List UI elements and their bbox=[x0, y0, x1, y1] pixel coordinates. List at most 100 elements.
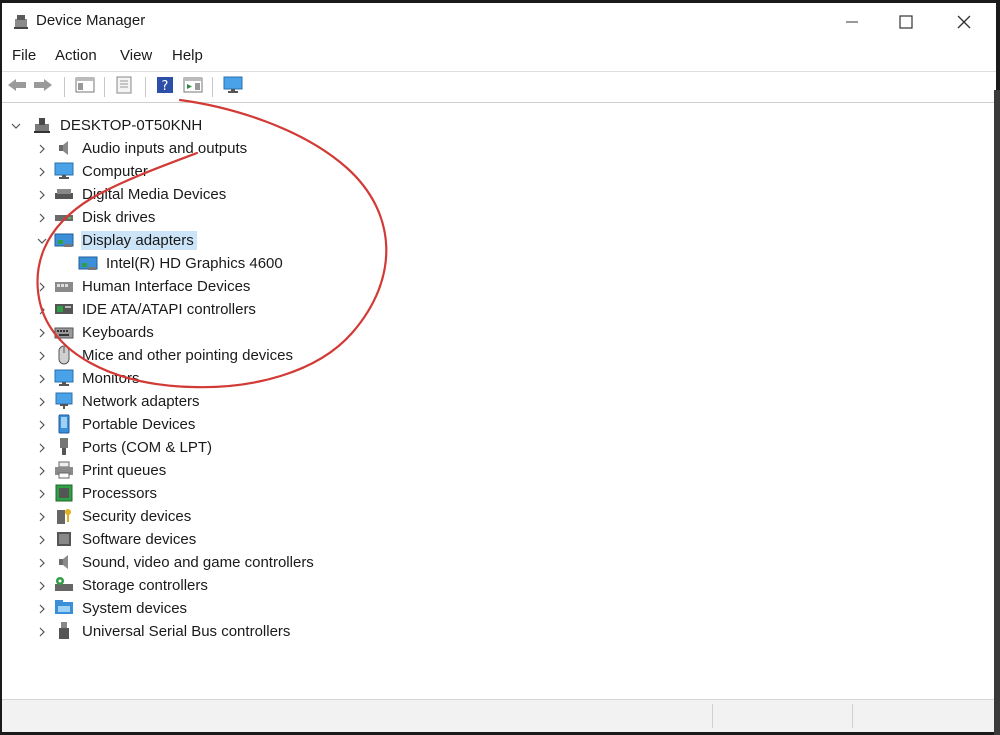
expand-chevron-icon[interactable] bbox=[36, 326, 48, 338]
tree-category[interactable]: Print queues bbox=[39, 459, 169, 481]
status-pane bbox=[712, 704, 713, 728]
expand-chevron-icon[interactable] bbox=[36, 441, 48, 453]
help-icon: ? bbox=[156, 76, 174, 99]
mouse-icon bbox=[54, 345, 74, 365]
show-action-pane-button[interactable] bbox=[182, 77, 204, 97]
keyboard-icon bbox=[54, 323, 74, 341]
expand-chevron-icon[interactable] bbox=[36, 418, 48, 430]
tree-category[interactable]: Sound, video and game controllers bbox=[39, 551, 317, 573]
menu-help[interactable]: Help bbox=[172, 47, 203, 64]
tree-category[interactable]: Audio inputs and outputs bbox=[39, 137, 250, 159]
printer-icon bbox=[54, 461, 74, 479]
tree-category[interactable]: System devices bbox=[39, 597, 190, 619]
device-tree: DESKTOP-0T50KNH Audio inputs and outputs C… bbox=[2, 103, 996, 699]
show-hide-console-tree-icon bbox=[75, 77, 95, 98]
tree-item-label: System devices bbox=[82, 599, 188, 617]
computer-monitor-icon bbox=[54, 162, 74, 180]
tree-category[interactable]: Monitors bbox=[39, 367, 143, 389]
tree-category[interactable]: Network adapters bbox=[39, 390, 203, 412]
software-device-icon bbox=[54, 530, 74, 548]
tree-item-label: Processors bbox=[82, 484, 158, 502]
collapse-chevron-icon[interactable] bbox=[10, 119, 22, 131]
show-hide-console-tree-button[interactable] bbox=[74, 77, 96, 97]
portable-device-icon bbox=[54, 414, 74, 434]
expand-chevron-icon[interactable] bbox=[36, 533, 48, 545]
forward-arrow-icon bbox=[33, 78, 53, 97]
tree-item-label: Intel(R) HD Graphics 4600 bbox=[106, 254, 283, 272]
expand-chevron-icon[interactable] bbox=[36, 464, 48, 476]
maximize-button[interactable] bbox=[878, 3, 934, 41]
expand-chevron-icon[interactable] bbox=[36, 487, 48, 499]
tree-item-label: Human Interface Devices bbox=[82, 277, 251, 295]
tree-category[interactable]: Ports (COM & LPT) bbox=[39, 436, 215, 458]
tree-item-label: Computer bbox=[82, 162, 148, 180]
expand-chevron-icon[interactable] bbox=[36, 579, 48, 591]
tree-item-label: Storage controllers bbox=[82, 576, 208, 594]
ide-controller-icon bbox=[54, 300, 74, 318]
expand-chevron-icon[interactable] bbox=[36, 602, 48, 614]
expand-chevron-icon[interactable] bbox=[36, 625, 48, 637]
tree-item-label: IDE ATA/ATAPI controllers bbox=[82, 300, 256, 318]
expand-chevron-icon[interactable] bbox=[36, 372, 48, 384]
monitor-icon bbox=[223, 76, 243, 99]
tree-category[interactable]: Processors bbox=[39, 482, 160, 504]
tree-category[interactable]: Disk drives bbox=[39, 206, 158, 228]
tree-item-label: Audio inputs and outputs bbox=[82, 139, 248, 157]
tree-category[interactable]: Computer bbox=[39, 160, 151, 182]
collapse-chevron-icon[interactable] bbox=[36, 234, 48, 246]
toolbar: ? bbox=[2, 71, 996, 103]
expand-chevron-icon[interactable] bbox=[36, 349, 48, 361]
menu-file[interactable]: File bbox=[12, 47, 36, 64]
close-icon bbox=[957, 15, 971, 29]
expand-chevron-icon[interactable] bbox=[36, 188, 48, 200]
tree-item-label: Portable Devices bbox=[82, 415, 196, 433]
minimize-icon bbox=[846, 16, 858, 28]
expand-chevron-icon[interactable] bbox=[36, 142, 48, 154]
tree-item-label: DESKTOP-0T50KNH bbox=[60, 116, 203, 134]
toolbar-separator bbox=[212, 77, 213, 97]
tree-category[interactable]: Storage controllers bbox=[39, 574, 211, 596]
menu-action[interactable]: Action bbox=[55, 47, 97, 64]
minimize-button[interactable] bbox=[824, 3, 880, 41]
tree-category[interactable]: Universal Serial Bus controllers bbox=[39, 620, 293, 642]
tree-category[interactable]: Human Interface Devices bbox=[39, 275, 253, 297]
tree-category[interactable]: IDE ATA/ATAPI controllers bbox=[39, 298, 259, 320]
tree-item-label: Print queues bbox=[82, 461, 167, 479]
scan-hardware-button[interactable] bbox=[222, 76, 244, 99]
tree-item-label: Display adapters bbox=[81, 230, 197, 250]
disk-drive-icon bbox=[54, 208, 74, 226]
properties-button[interactable] bbox=[113, 76, 135, 99]
forward-button[interactable] bbox=[32, 77, 54, 97]
tree-category[interactable]: Portable Devices bbox=[39, 413, 198, 435]
monitor-icon bbox=[54, 369, 74, 387]
expand-chevron-icon[interactable] bbox=[36, 510, 48, 522]
tree-category[interactable]: Keyboards bbox=[39, 321, 157, 343]
help-button[interactable]: ? bbox=[154, 76, 176, 99]
media-device-icon bbox=[54, 185, 74, 203]
display-adapter-icon bbox=[78, 254, 98, 272]
speaker-icon bbox=[54, 139, 74, 157]
expand-chevron-icon[interactable] bbox=[36, 211, 48, 223]
tree-root[interactable]: DESKTOP-0T50KNH bbox=[11, 114, 205, 136]
tree-category[interactable]: Digital Media Devices bbox=[39, 183, 229, 205]
menu-view[interactable]: View bbox=[120, 47, 152, 64]
properties-icon bbox=[115, 76, 133, 99]
tree-category[interactable]: Mice and other pointing devices bbox=[39, 344, 296, 366]
tree-category[interactable]: Software devices bbox=[39, 528, 199, 550]
tree-item-label: Ports (COM & LPT) bbox=[82, 438, 213, 456]
tree-category[interactable]: Display adapters bbox=[37, 229, 197, 251]
status-bar bbox=[2, 699, 996, 732]
expand-chevron-icon[interactable] bbox=[36, 303, 48, 315]
window-title: Device Manager bbox=[36, 12, 146, 29]
expand-chevron-icon[interactable] bbox=[36, 395, 48, 407]
tree-category[interactable]: Security devices bbox=[39, 505, 194, 527]
back-arrow-icon bbox=[7, 78, 27, 97]
close-button[interactable] bbox=[936, 3, 992, 41]
expand-chevron-icon[interactable] bbox=[36, 556, 48, 568]
tree-item-label: Network adapters bbox=[82, 392, 200, 410]
menu-bar: File Action View Help bbox=[2, 41, 996, 71]
expand-chevron-icon[interactable] bbox=[36, 280, 48, 292]
tree-device[interactable]: Intel(R) HD Graphics 4600 bbox=[78, 252, 286, 274]
expand-chevron-icon[interactable] bbox=[36, 165, 48, 177]
back-button[interactable] bbox=[6, 77, 28, 97]
